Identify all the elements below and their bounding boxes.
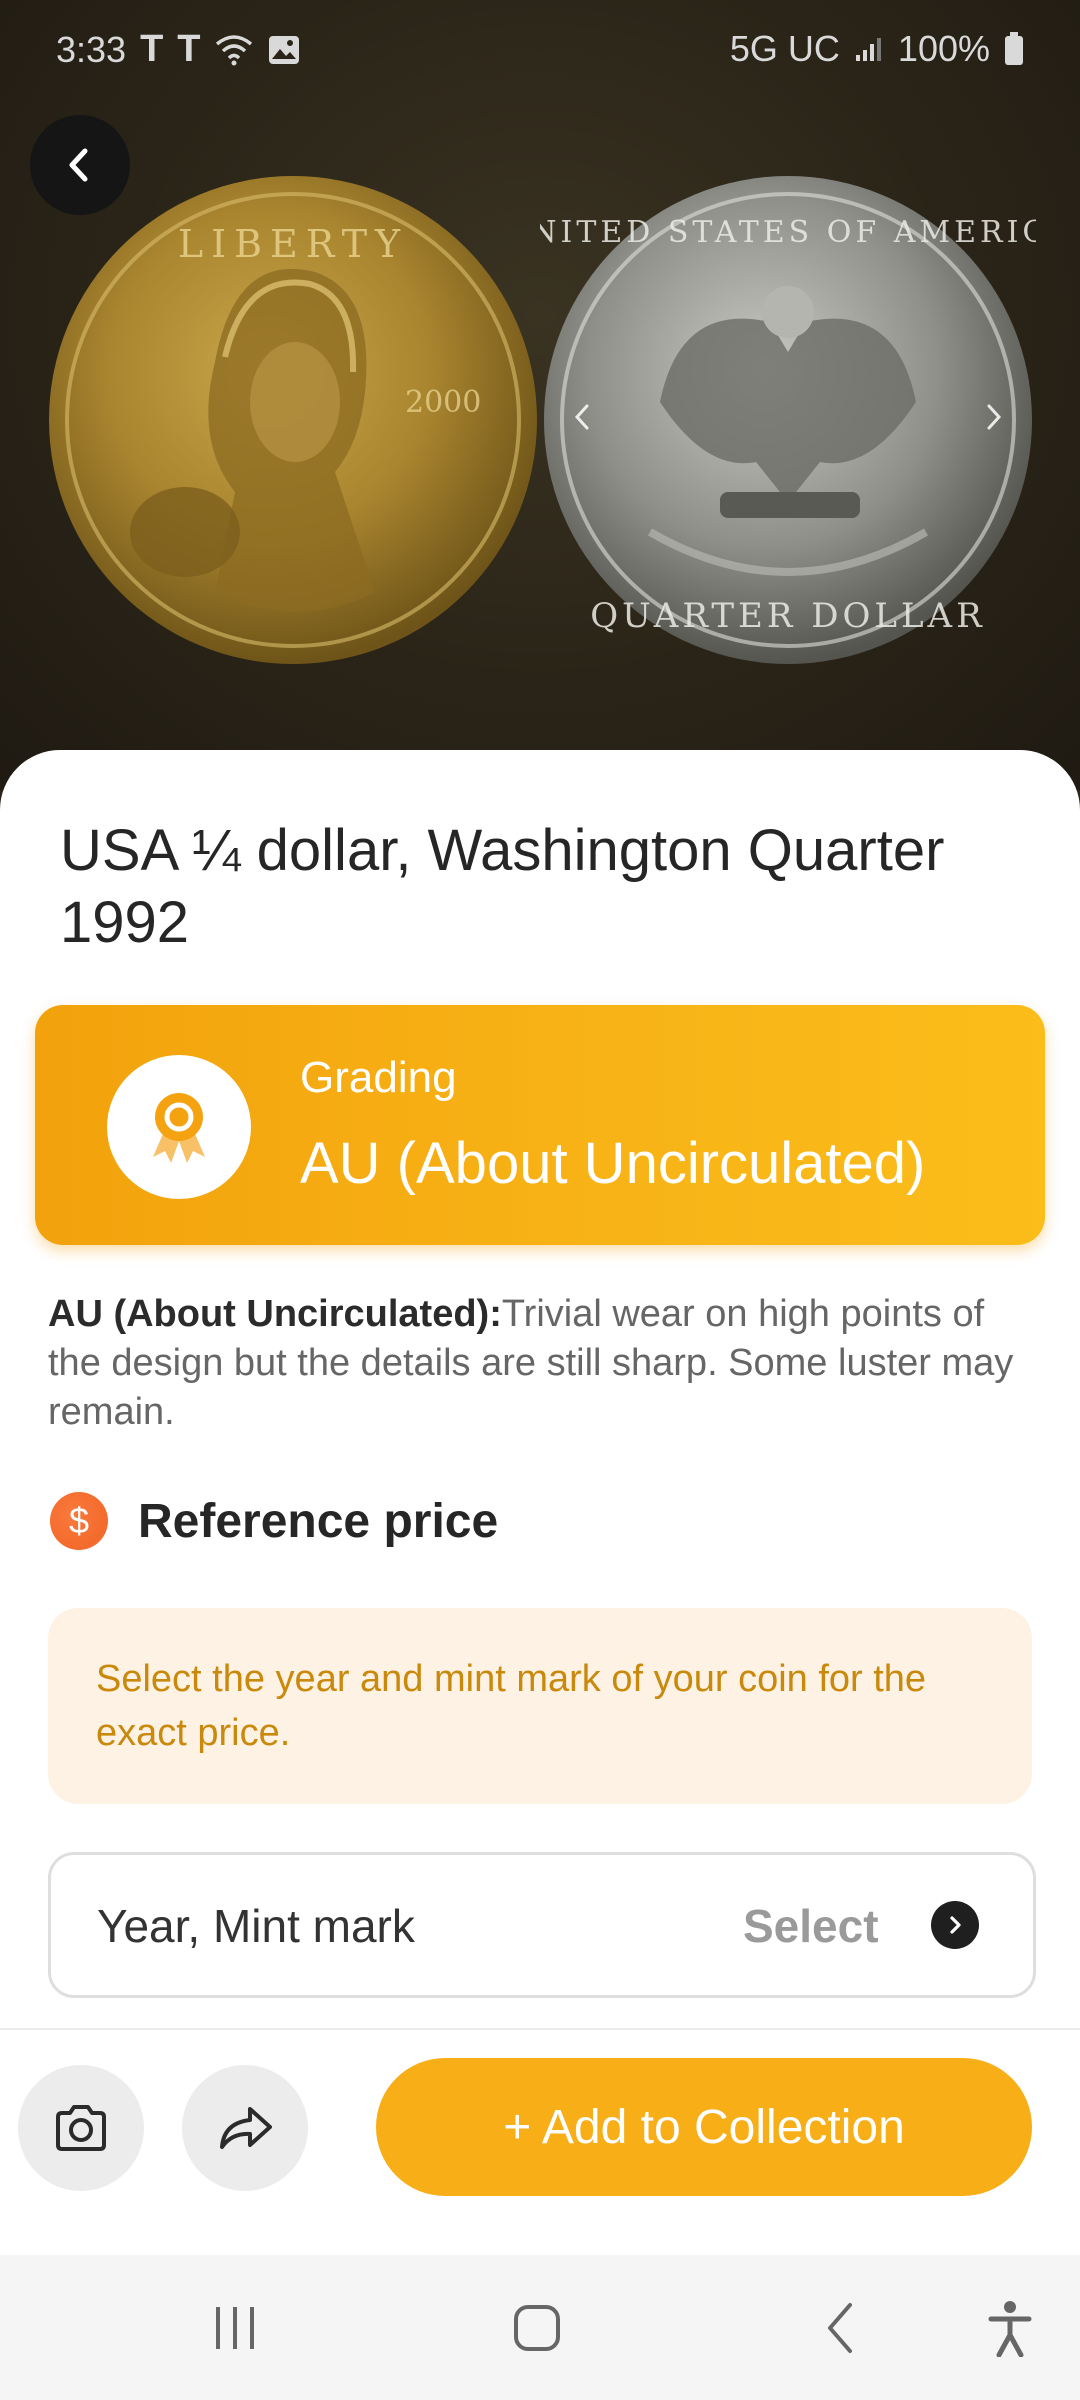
gallery-icon [268, 35, 299, 64]
year-mint-select[interactable]: Year, Mint mark Select [48, 1852, 1036, 1998]
next-image-arrow[interactable] [974, 395, 1014, 439]
recent-apps-button[interactable] [185, 2255, 285, 2400]
chevron-right-icon [931, 1901, 979, 1949]
home-button[interactable] [487, 2255, 587, 2400]
share-button[interactable] [182, 2065, 308, 2191]
coin-obverse-image[interactable]: LIBERTY 2000 [45, 172, 541, 668]
reference-price-title: Reference price [138, 1494, 499, 1548]
system-nav-bar [0, 2255, 1080, 2400]
coin-title: USA ¼ dollar, Washington Quarter 1992 [60, 818, 945, 955]
status-bar: 3:33 T T 5G UC 100% [0, 0, 1080, 100]
coin-gallery: 3:33 T T 5G UC 100% LIBERTY 2000 NITED S… [0, 0, 1080, 790]
share-arrow-icon [220, 2107, 272, 2149]
price-hint-text: Select the year and mint mark of your co… [96, 1658, 927, 1754]
add-to-collection-button[interactable]: + Add to Collection [376, 2058, 1032, 2196]
back-nav-button[interactable] [790, 2255, 890, 2400]
signal-icon [855, 38, 881, 61]
previous-image-arrow[interactable] [562, 395, 602, 439]
wifi-icon [215, 34, 252, 65]
chevron-left-icon [574, 404, 589, 430]
svg-text:2000: 2000 [405, 385, 481, 420]
accessibility-button[interactable] [960, 2255, 1060, 2400]
grading-badge [107, 1055, 251, 1199]
reference-price-header: $ Reference price [50, 1492, 498, 1550]
carrier-icon-2: T [177, 28, 201, 70]
grading-description-term: AU (About Uncirculated): [48, 1293, 502, 1335]
svg-text:LIBERTY: LIBERTY [178, 222, 408, 266]
camera-button[interactable] [18, 2065, 144, 2191]
camera-icon [56, 2105, 106, 2151]
status-time: 3:33 [56, 28, 127, 70]
home-icon [514, 2304, 560, 2351]
battery-icon [1005, 32, 1023, 65]
dollar-coin-icon: $ [50, 1492, 108, 1550]
grading-value: AU (About Uncirculated) [300, 1131, 926, 1196]
year-mint-label: Year, Mint mark [97, 1900, 415, 1952]
chevron-right-icon [987, 404, 1002, 430]
grading-description: AU (About Uncirculated):Trivial wear on … [48, 1290, 1038, 1437]
carrier-icon: T [140, 28, 164, 70]
coin-reverse-image[interactable]: UNITED STATES OF AMERICA QUARTER DOLLAR [501, 172, 1071, 668]
grading-label: Grading [300, 1053, 457, 1102]
bottom-bar-divider [0, 2028, 1080, 2030]
network-type: 5G UC [729, 28, 840, 69]
grading-card: Grading AU (About Uncirculated) [35, 1005, 1045, 1245]
recent-apps-icon [216, 2306, 254, 2349]
svg-text:UNITED STATES OF AMERICA: UNITED STATES OF AMERICA [540, 215, 1036, 250]
battery-percent: 100% [897, 28, 990, 69]
price-hint-box: Select the year and mint mark of your co… [48, 1608, 1032, 1804]
accessibility-icon [988, 2300, 1032, 2357]
select-action-label: Select [743, 1900, 879, 1952]
svg-text:QUARTER DOLLAR: QUARTER DOLLAR [590, 596, 985, 636]
chevron-left-icon [828, 2302, 852, 2353]
award-ribbon-icon [153, 1093, 205, 1163]
